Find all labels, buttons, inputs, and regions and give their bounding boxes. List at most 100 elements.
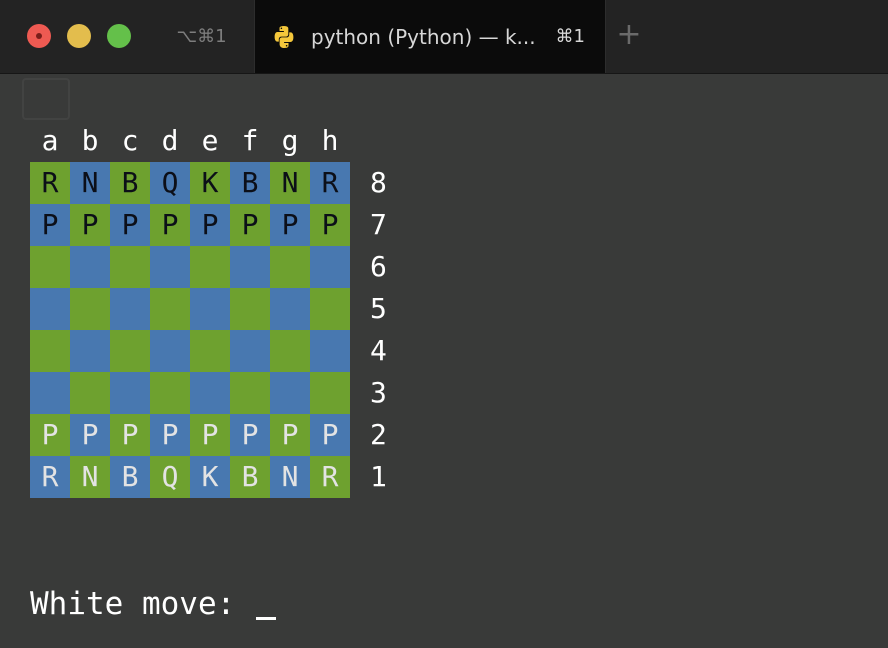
- board-square: [270, 372, 310, 414]
- board-square: N: [70, 456, 110, 498]
- board-square: [70, 330, 110, 372]
- board-square: B: [230, 456, 270, 498]
- board-square: [190, 288, 230, 330]
- python-icon: [271, 24, 297, 50]
- board-rank-row: [30, 372, 350, 414]
- board-rank-row: RNBQKBNR: [30, 162, 350, 204]
- file-label: e: [201, 124, 219, 157]
- board-square: [70, 246, 110, 288]
- board-square: [150, 372, 190, 414]
- board-rank-row: PPPPPPPP: [30, 414, 350, 456]
- board-square: [110, 246, 150, 288]
- board-square: [150, 330, 190, 372]
- file-label: g: [281, 124, 299, 157]
- board-square: P: [190, 204, 230, 246]
- board-square: [30, 372, 70, 414]
- minimize-window-button[interactable]: [67, 24, 91, 48]
- board-square: Q: [150, 456, 190, 498]
- split-pane-icon: [22, 78, 70, 120]
- board-square: P: [110, 414, 150, 456]
- file-labels: abcdefgh: [30, 125, 350, 157]
- rank-label: 6: [370, 250, 387, 283]
- file-label: d: [161, 124, 179, 157]
- board-square: K: [190, 456, 230, 498]
- board-square: [270, 288, 310, 330]
- close-window-button[interactable]: [27, 24, 51, 48]
- board-square: Q: [150, 162, 190, 204]
- tab-inactive[interactable]: ⌥⌘1: [150, 0, 253, 73]
- rank-label: 5: [370, 292, 387, 325]
- board-square: [150, 246, 190, 288]
- board-square: B: [110, 162, 150, 204]
- tab-bar: ⌥⌘1 python (Python) — k... ⌘1 +: [0, 0, 888, 74]
- board-square: R: [310, 162, 350, 204]
- rank-label: 2: [370, 418, 387, 451]
- board-square: [190, 246, 230, 288]
- tab-inactive-shortcut: ⌥⌘1: [176, 26, 227, 47]
- board-square: P: [270, 414, 310, 456]
- board-square: [310, 288, 350, 330]
- board-square: [230, 330, 270, 372]
- board-square: [190, 372, 230, 414]
- board-square: [230, 288, 270, 330]
- board-square: [190, 330, 230, 372]
- board-square: P: [270, 204, 310, 246]
- rank-labels: 8 7 6 5 4 3 2 1: [370, 162, 387, 498]
- board-rank-row: [30, 288, 350, 330]
- board-square: [70, 372, 110, 414]
- board-square: R: [30, 162, 70, 204]
- file-label: h: [321, 124, 339, 157]
- board-square: [30, 246, 70, 288]
- tab-shortcut: ⌘1: [555, 26, 585, 47]
- maximize-window-button[interactable]: [107, 24, 131, 48]
- board-square: R: [310, 456, 350, 498]
- file-label: f: [241, 124, 259, 157]
- chess-board: RNBQKBNRPPPPPPPPPPPPPPPPRNBQKBNR: [30, 162, 350, 498]
- board-square: P: [30, 204, 70, 246]
- board-square: [70, 288, 110, 330]
- board-square: [30, 330, 70, 372]
- text-cursor: [255, 617, 276, 620]
- board-square: P: [110, 204, 150, 246]
- file-label: c: [121, 124, 139, 157]
- board-square: [110, 372, 150, 414]
- board-square: [230, 246, 270, 288]
- board-square: P: [70, 414, 110, 456]
- board-square: [110, 288, 150, 330]
- board-square: P: [70, 204, 110, 246]
- board-rank-row: PPPPPPPP: [30, 204, 350, 246]
- board-rank-row: [30, 330, 350, 372]
- file-label: b: [81, 124, 99, 157]
- board-rank-row: [30, 246, 350, 288]
- rank-label: 3: [370, 376, 387, 409]
- board-square: P: [150, 204, 190, 246]
- board-square: P: [310, 414, 350, 456]
- rank-label: 1: [370, 460, 387, 493]
- board-square: K: [190, 162, 230, 204]
- board-square: P: [30, 414, 70, 456]
- board-square: [150, 288, 190, 330]
- board-square: [270, 246, 310, 288]
- board-square: [110, 330, 150, 372]
- board-square: N: [270, 456, 310, 498]
- board-square: [230, 372, 270, 414]
- board-square: [270, 330, 310, 372]
- board-square: N: [270, 162, 310, 204]
- board-square: P: [190, 414, 230, 456]
- board-square: [310, 330, 350, 372]
- prompt-text: White move:: [30, 586, 254, 622]
- board-square: P: [150, 414, 190, 456]
- file-label: a: [41, 124, 59, 157]
- board-square: P: [310, 204, 350, 246]
- tab-python[interactable]: python (Python) — k... ⌘1: [254, 0, 606, 73]
- board-rank-row: RNBQKBNR: [30, 456, 350, 498]
- board-square: P: [230, 414, 270, 456]
- tab-title: python (Python) — k...: [311, 24, 536, 49]
- board-square: N: [70, 162, 110, 204]
- board-square: [310, 246, 350, 288]
- board-square: B: [110, 456, 150, 498]
- move-prompt[interactable]: White move:: [30, 584, 276, 624]
- new-tab-button[interactable]: +: [614, 20, 644, 50]
- board-square: [310, 372, 350, 414]
- board-square: [30, 288, 70, 330]
